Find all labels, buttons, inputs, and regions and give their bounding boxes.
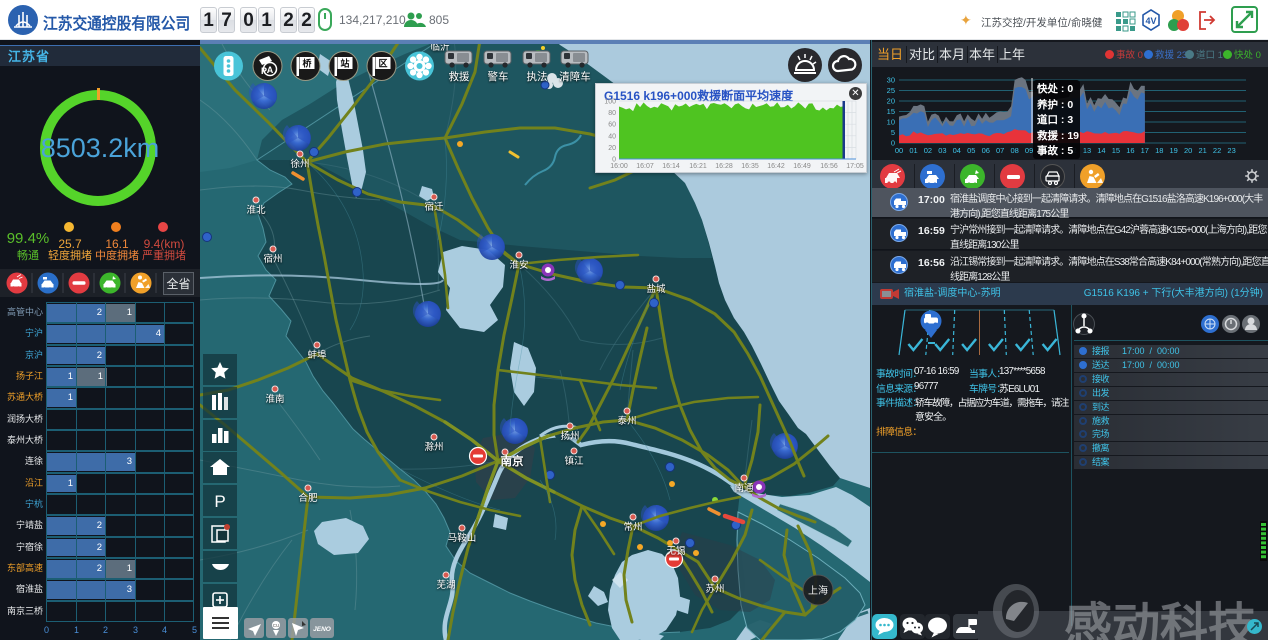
svg-text:16:49: 16:49 xyxy=(793,163,811,170)
svg-text:淮北: 淮北 xyxy=(246,205,266,216)
svg-text:镇江: 镇江 xyxy=(564,455,584,467)
svg-text:08: 08 xyxy=(1011,146,1019,155)
svg-text:盐城: 盐城 xyxy=(646,283,666,295)
svg-text:P: P xyxy=(261,66,267,76)
svg-text:40: 40 xyxy=(608,133,616,140)
svg-text:芜湖: 芜湖 xyxy=(436,579,455,591)
svg-text:14: 14 xyxy=(1097,146,1105,155)
svg-text:蚌埠: 蚌埠 xyxy=(307,349,327,361)
svg-text:17: 17 xyxy=(1141,146,1149,155)
svg-text:常州: 常州 xyxy=(623,521,642,533)
svg-text:救援: 救援 xyxy=(449,70,470,83)
svg-text:20: 20 xyxy=(608,145,616,152)
svg-text:CU: CU xyxy=(273,623,280,628)
svg-text:区: 区 xyxy=(378,59,387,69)
svg-text:80: 80 xyxy=(608,110,616,117)
svg-text:20: 20 xyxy=(887,97,895,106)
svg-text:无锡: 无锡 xyxy=(666,545,685,557)
svg-text:站: 站 xyxy=(340,58,349,69)
svg-text:16:42: 16:42 xyxy=(767,163,785,170)
svg-text:23: 23 xyxy=(1227,146,1235,155)
svg-text:桥: 桥 xyxy=(302,58,312,69)
svg-text:4V: 4V xyxy=(1145,16,1156,26)
svg-text:16:14: 16:14 xyxy=(662,163,680,170)
svg-text:30: 30 xyxy=(887,76,895,85)
svg-text:22: 22 xyxy=(1213,146,1221,155)
svg-text:18: 18 xyxy=(1155,146,1163,155)
svg-text:泰州: 泰州 xyxy=(617,415,636,427)
svg-text:16:21: 16:21 xyxy=(689,163,707,170)
svg-text:06: 06 xyxy=(982,146,990,155)
svg-text:滁州: 滁州 xyxy=(424,441,443,453)
svg-text:淮南: 淮南 xyxy=(265,393,284,405)
svg-text:马鞍山: 马鞍山 xyxy=(448,532,477,544)
svg-text:02: 02 xyxy=(924,146,932,155)
svg-text:16:00: 16:00 xyxy=(610,163,628,170)
svg-text:15: 15 xyxy=(887,107,895,116)
svg-text:P: P xyxy=(214,492,225,511)
svg-text:19: 19 xyxy=(1170,146,1178,155)
svg-text:100: 100 xyxy=(604,99,616,106)
svg-text:21: 21 xyxy=(1199,146,1207,155)
svg-text:宿迁: 宿迁 xyxy=(424,201,444,213)
svg-text:扬州: 扬州 xyxy=(560,430,579,442)
svg-text:JENO: JENO xyxy=(313,626,331,633)
svg-text:16:28: 16:28 xyxy=(715,163,733,170)
svg-text:宿州: 宿州 xyxy=(263,253,282,265)
svg-text:清障车: 清障车 xyxy=(559,70,591,83)
svg-text:南通: 南通 xyxy=(734,482,754,494)
svg-text:上海: 上海 xyxy=(808,584,828,597)
svg-text:01: 01 xyxy=(909,146,917,155)
svg-text:20: 20 xyxy=(1184,146,1192,155)
svg-text:合肥: 合肥 xyxy=(298,492,318,504)
svg-text:徐州: 徐州 xyxy=(290,158,309,170)
svg-text:15: 15 xyxy=(1112,146,1120,155)
svg-text:16:07: 16:07 xyxy=(636,163,654,170)
svg-text:10: 10 xyxy=(887,118,895,127)
svg-text:60: 60 xyxy=(608,122,616,129)
svg-text:A: A xyxy=(267,65,274,75)
svg-text:03: 03 xyxy=(938,146,946,155)
svg-text:苏州: 苏州 xyxy=(705,583,724,595)
svg-text:17:05: 17:05 xyxy=(846,163,864,170)
svg-text:04: 04 xyxy=(953,146,961,155)
svg-text:南京: 南京 xyxy=(501,454,524,468)
svg-text:执法: 执法 xyxy=(527,70,548,83)
svg-text:淮安: 淮安 xyxy=(509,259,528,271)
svg-text:5: 5 xyxy=(891,128,895,137)
svg-text:07: 07 xyxy=(996,146,1004,155)
svg-text:13: 13 xyxy=(1083,146,1091,155)
svg-text:25: 25 xyxy=(887,86,895,95)
svg-text:警车: 警车 xyxy=(488,70,509,83)
svg-text:16: 16 xyxy=(1126,146,1134,155)
svg-text:16:35: 16:35 xyxy=(741,163,759,170)
svg-text:16:56: 16:56 xyxy=(820,163,838,170)
svg-text:00: 00 xyxy=(895,146,903,155)
svg-text:05: 05 xyxy=(967,146,975,155)
